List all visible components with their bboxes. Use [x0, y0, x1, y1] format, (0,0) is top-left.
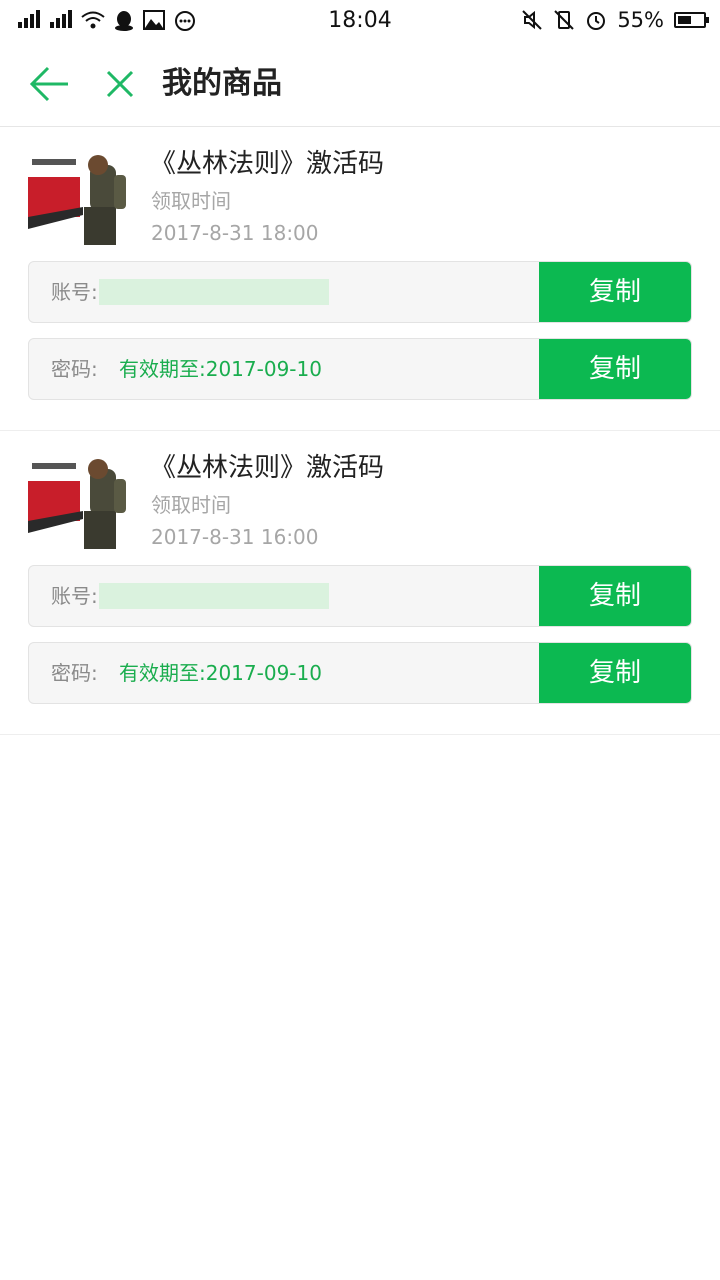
- game-thumbnail: [28, 147, 126, 245]
- password-field: 密码: 有效期至:2017-09-10 复制: [28, 642, 692, 704]
- account-field: 账号: 复制: [28, 261, 692, 323]
- list-item: 《丛林法则》激活码 领取时间 2017-8-31 16:00 账号: 复制 密码…: [0, 431, 720, 735]
- copy-button[interactable]: 复制: [539, 566, 691, 626]
- list-item: 《丛林法则》激活码 领取时间 2017-8-31 18:00 账号: 复制 密码…: [0, 127, 720, 431]
- redaction-mask: [99, 583, 329, 609]
- claim-label: 领取时间: [151, 189, 231, 213]
- password-label: 密码:: [51, 661, 98, 685]
- account-label: 账号:: [51, 584, 98, 608]
- claim-time: 2017-8-31 16:00: [151, 525, 319, 549]
- redaction-mask: [99, 279, 329, 305]
- claim-time: 2017-8-31 18:00: [151, 221, 319, 245]
- item-name: 《丛林法则》激活码: [150, 453, 385, 483]
- alarm-icon: [587, 12, 606, 30]
- item-name: 《丛林法则》激活码: [150, 149, 385, 179]
- password-field: 密码: 有效期至:2017-09-10 复制: [28, 338, 692, 400]
- game-thumbnail: [28, 451, 126, 549]
- copy-button[interactable]: 复制: [539, 262, 691, 322]
- copy-button[interactable]: 复制: [539, 643, 691, 703]
- battery-percent: 55%: [617, 8, 664, 32]
- battery-icon: [674, 12, 709, 28]
- mute-icon: [522, 10, 543, 30]
- arrow-left-icon[interactable]: [26, 64, 74, 104]
- password-label: 密码:: [51, 357, 98, 381]
- close-icon[interactable]: [100, 64, 140, 104]
- password-value: 有效期至:2017-09-10: [119, 357, 322, 381]
- copy-button[interactable]: 复制: [539, 339, 691, 399]
- account-field: 账号: 复制: [28, 565, 692, 627]
- account-label: 账号:: [51, 280, 98, 304]
- app-bar: 我的商品: [0, 42, 720, 127]
- password-value: 有效期至:2017-09-10: [119, 661, 322, 685]
- claim-label: 领取时间: [151, 493, 231, 517]
- status-bar: 18:04 55%: [0, 0, 720, 42]
- vibrate-off-icon: [554, 10, 575, 30]
- battery-level: [678, 16, 691, 24]
- page-title: 我的商品: [162, 66, 282, 101]
